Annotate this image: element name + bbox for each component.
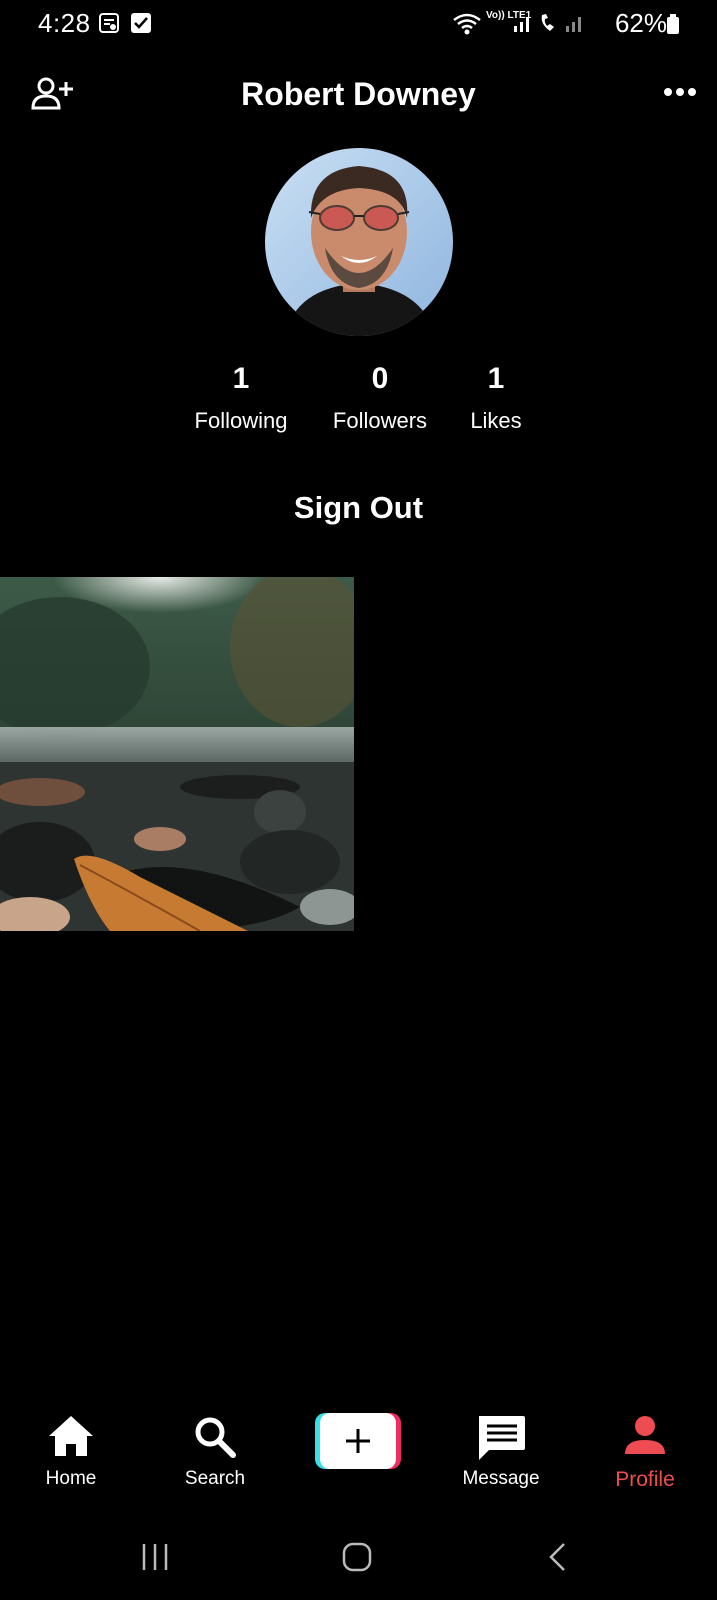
nav-message-label: Message xyxy=(462,1468,540,1489)
home-icon xyxy=(49,1416,93,1456)
wifi-icon xyxy=(452,12,482,41)
nav-home[interactable]: Home xyxy=(1,1400,141,1490)
home-system-icon[interactable] xyxy=(342,1542,372,1577)
avatar xyxy=(265,148,453,336)
likes-label: Likes xyxy=(470,408,522,433)
notification-check-icon xyxy=(130,12,152,34)
nav-message[interactable]: Message xyxy=(431,1400,571,1490)
nav-search[interactable]: Search xyxy=(145,1400,285,1490)
profile-header: Robert Downey xyxy=(0,60,717,130)
status-bar: 4:28 Vo)) LTE1 62% xyxy=(0,0,717,50)
message-icon xyxy=(479,1416,525,1460)
page-title: Robert Downey xyxy=(241,76,476,112)
notification-clipboard-icon xyxy=(98,12,120,34)
nav-profile[interactable]: Profile xyxy=(575,1400,715,1492)
status-time: 4:28 xyxy=(38,8,91,38)
back-icon[interactable] xyxy=(546,1542,570,1577)
stat-following[interactable]: 1 Following xyxy=(186,362,296,434)
battery-icon xyxy=(667,14,679,34)
nav-home-label: Home xyxy=(45,1468,97,1489)
battery-percent: 62% xyxy=(614,8,667,38)
signal-icon xyxy=(512,12,534,39)
following-label: Following xyxy=(194,408,288,433)
system-nav-bar xyxy=(0,1530,717,1590)
call-signal-icon xyxy=(538,12,586,39)
search-icon xyxy=(195,1417,236,1458)
stat-followers[interactable]: 0 Followers xyxy=(323,362,437,434)
followers-label: Followers xyxy=(332,408,428,433)
followers-count: 0 xyxy=(371,362,389,395)
sign-out-button[interactable]: Sign Out xyxy=(0,490,717,526)
video-thumbnail[interactable] xyxy=(0,577,354,931)
nav-search-label: Search xyxy=(184,1468,246,1489)
recent-apps-icon[interactable] xyxy=(140,1542,170,1577)
likes-count: 1 xyxy=(487,362,505,395)
person-icon xyxy=(625,1416,665,1454)
following-count: 1 xyxy=(232,362,250,395)
more-horizontal-icon[interactable] xyxy=(663,82,697,102)
stat-likes[interactable]: 1 Likes xyxy=(460,362,532,434)
bottom-nav: Home Search Message Profile xyxy=(0,1400,717,1510)
nav-profile-label: Profile xyxy=(615,1468,675,1491)
